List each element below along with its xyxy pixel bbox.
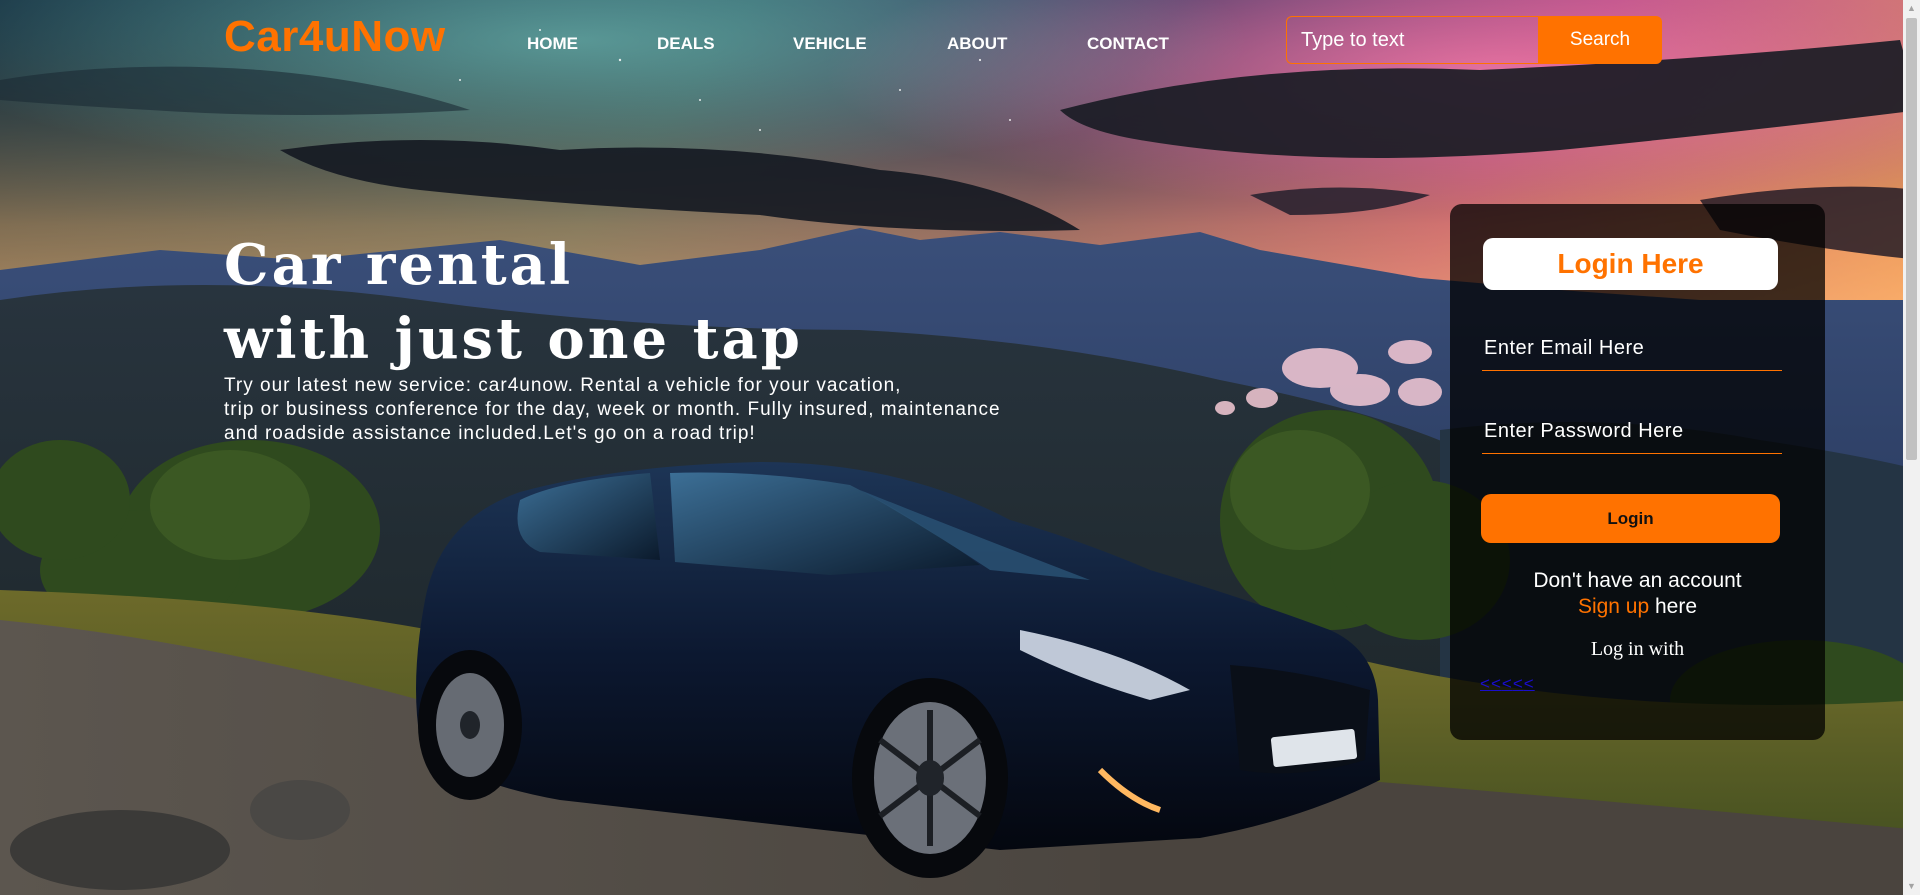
login-button[interactable]: Login bbox=[1481, 494, 1780, 543]
login-title: Login Here bbox=[1483, 238, 1778, 290]
password-field[interactable] bbox=[1482, 409, 1782, 453]
hero-title-line: with just one tap bbox=[224, 306, 803, 372]
signup-link[interactable]: Sign up bbox=[1578, 595, 1649, 618]
hero-title: Car rental with just one tap bbox=[224, 228, 803, 376]
search-bar: Search bbox=[1286, 16, 1662, 64]
social-login-link[interactable]: < bbox=[1491, 674, 1502, 694]
page-scrollbar[interactable]: ▲ ▼ bbox=[1903, 0, 1920, 895]
email-field[interactable] bbox=[1482, 326, 1782, 370]
hero-description-line: and roadside assistance included.Let's g… bbox=[224, 423, 756, 444]
no-account-text: Don't have an account bbox=[1533, 569, 1742, 592]
nav-home-link[interactable]: HOME bbox=[527, 34, 578, 54]
hero-description-line: Try our latest new service: car4unow. Re… bbox=[224, 375, 902, 396]
signup-suffix: here bbox=[1649, 595, 1698, 618]
social-login-link[interactable]: < bbox=[1513, 674, 1524, 694]
login-with-label: Log in with bbox=[1590, 638, 1685, 660]
nav-contact-link[interactable]: CONTACT bbox=[1087, 34, 1169, 54]
search-input[interactable] bbox=[1286, 16, 1538, 64]
nav-deals-link[interactable]: DEALS bbox=[657, 34, 715, 54]
scroll-up-arrow-icon[interactable]: ▲ bbox=[1903, 0, 1920, 17]
brand-logo[interactable]: Car4uNow bbox=[224, 12, 446, 62]
social-login-links: < < < < < bbox=[1480, 674, 1535, 694]
social-login-link[interactable]: < bbox=[1502, 674, 1513, 694]
social-login-link[interactable]: < bbox=[1524, 674, 1535, 694]
signup-prompt: Don't have an account Sign up here bbox=[1450, 568, 1825, 620]
hero-title-line: Car rental bbox=[224, 232, 574, 298]
login-panel: Login Here Login Don't have an account S… bbox=[1450, 204, 1825, 740]
email-field-wrapper bbox=[1482, 326, 1782, 371]
hero-description: Try our latest new service: car4unow. Re… bbox=[224, 374, 1001, 446]
password-field-wrapper bbox=[1482, 409, 1782, 454]
nav-vehicle-link[interactable]: VEHICLE bbox=[793, 34, 867, 54]
hero-description-line: trip or business conference for the day,… bbox=[224, 399, 1001, 420]
social-login-link[interactable]: < bbox=[1480, 674, 1491, 694]
nav-about-link[interactable]: ABOUT bbox=[947, 34, 1007, 54]
scrollbar-thumb[interactable] bbox=[1906, 18, 1917, 460]
search-button[interactable]: Search bbox=[1538, 16, 1662, 64]
scroll-down-arrow-icon[interactable]: ▼ bbox=[1903, 878, 1920, 895]
signup-line: Sign up here bbox=[1450, 594, 1825, 620]
